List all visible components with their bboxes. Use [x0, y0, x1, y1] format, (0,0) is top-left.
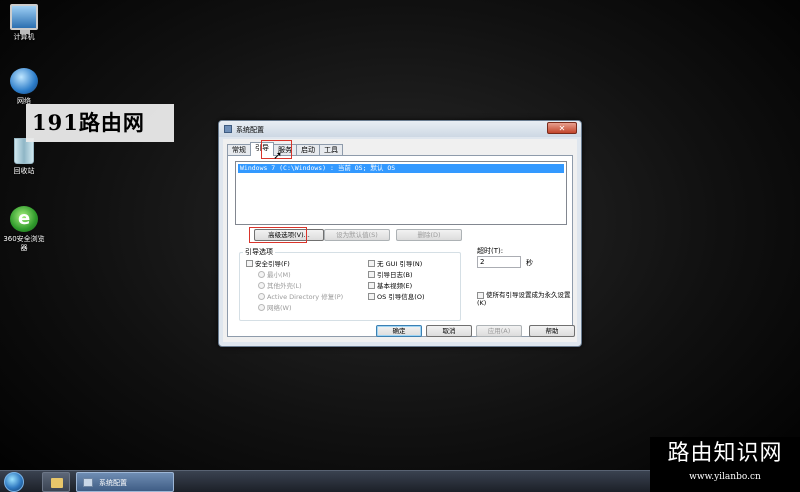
network-label: 网络(W) [267, 304, 292, 312]
ad-repair-radio[interactable]: Active Directory 修复(P) [258, 293, 343, 301]
boot-entry-list[interactable]: Windows 7 (C:\Windows) : 当前 OS; 默认 OS [235, 161, 567, 225]
desktop-icon-label: 计算机 [13, 33, 35, 41]
ok-button[interactable]: 确定 [376, 325, 422, 337]
advanced-button-highlight [249, 227, 307, 243]
timeout-input[interactable]: 2 [477, 256, 521, 268]
alternate-shell-label: 其他外壳(L) [267, 282, 302, 290]
360-browser-icon [10, 206, 38, 232]
taskbar-explorer-button[interactable] [42, 472, 70, 492]
safe-boot-checkbox[interactable]: 安全引导(F) [246, 260, 290, 268]
minimal-radio[interactable]: 最小(M) [258, 271, 291, 279]
make-permanent-label: 使所有引导设置成为永久设置(K) [477, 291, 571, 307]
safe-boot-label: 安全引导(F) [255, 260, 290, 268]
watermark-title: 路由知识网 [667, 441, 783, 466]
no-gui-boot-checkbox[interactable]: 无 GUI 引导(N) [368, 260, 422, 268]
checkbox-box [477, 292, 484, 299]
checkbox-box [246, 260, 253, 267]
checkbox-box [368, 271, 375, 278]
radio-circle [258, 271, 265, 278]
start-button[interactable] [4, 472, 24, 492]
cancel-button[interactable]: 取消 [426, 325, 472, 337]
minimal-label: 最小(M) [267, 271, 291, 279]
checkbox-box [368, 293, 375, 300]
os-boot-info-label: OS 引导信息(O) [377, 293, 425, 301]
checkbox-box [368, 282, 375, 289]
base-video-label: 基本视频(E) [377, 282, 413, 290]
dialog-title: 系统配置 [236, 126, 264, 134]
desktop-icon-recycle-bin[interactable]: 回收站 [0, 138, 48, 176]
boot-options-title: 引导选项 [243, 247, 275, 257]
mouse-cursor-icon: ➚ [273, 149, 283, 162]
boot-log-checkbox[interactable]: 引导日志(B) [368, 271, 413, 279]
watermark-url: www.yilanbo.cn [689, 472, 761, 482]
boot-tab-panel: Windows 7 (C:\Windows) : 当前 OS; 默认 OS 高级… [227, 155, 573, 337]
system-config-dialog: 系统配置 ✕ 常规 引导 服务 启动 工具 ➚ Windows 7 (C:\Wi… [218, 120, 582, 347]
help-button[interactable]: 帮助 [529, 325, 575, 337]
taskbar: 系统配置 [0, 470, 650, 492]
system-config-icon [83, 478, 93, 487]
boot-entry-row[interactable]: Windows 7 (C:\Windows) : 当前 OS; 默认 OS [238, 164, 564, 173]
ad-repair-label: Active Directory 修复(P) [267, 293, 344, 301]
watermark-logo-top: 191路由网 [26, 104, 174, 142]
dialog-client: 常规 引导 服务 启动 工具 ➚ Windows 7 (C:\Windows) … [223, 139, 577, 342]
watermark-logo-bottom: 路由知识网 www.yilanbo.cn [650, 437, 800, 492]
radio-circle [258, 304, 265, 311]
delete-button[interactable]: 删除(D) [396, 229, 462, 241]
os-boot-info-checkbox[interactable]: OS 引导信息(O) [368, 293, 425, 301]
computer-icon [10, 4, 38, 34]
desktop-icon-computer[interactable]: 计算机 [0, 4, 48, 42]
alternate-shell-radio[interactable]: 其他外壳(L) [258, 282, 302, 290]
timeout-label: 超时(T): [477, 247, 504, 255]
desktop-icon-360-browser[interactable]: 360安全浏览器 [0, 206, 48, 253]
boot-log-label: 引导日志(B) [377, 271, 413, 279]
folder-icon [51, 478, 63, 488]
desktop-icon-network[interactable]: 网络 [0, 68, 48, 106]
desktop-icon-label: 360安全浏览器 [3, 235, 45, 252]
make-permanent-checkbox[interactable]: 使所有引导设置成为永久设置(K) [477, 291, 577, 307]
desktop-icon-label: 回收站 [13, 167, 35, 175]
network-icon [10, 68, 38, 94]
app-icon [224, 125, 232, 133]
apply-button[interactable]: 应用(A) [476, 325, 522, 337]
set-default-button[interactable]: 设为默认值(S) [324, 229, 390, 241]
close-button[interactable]: ✕ [547, 122, 577, 134]
taskbar-system-config-button[interactable]: 系统配置 [76, 472, 174, 492]
dialog-titlebar[interactable]: 系统配置 ✕ [219, 121, 581, 137]
network-radio[interactable]: 网络(W) [258, 304, 292, 312]
radio-circle [258, 293, 265, 300]
timeout-unit: 秒 [526, 259, 533, 267]
base-video-checkbox[interactable]: 基本视频(E) [368, 282, 412, 290]
radio-circle [258, 282, 265, 289]
checkbox-box [368, 260, 375, 267]
no-gui-boot-label: 无 GUI 引导(N) [377, 260, 423, 268]
taskbar-task-label: 系统配置 [99, 479, 127, 487]
